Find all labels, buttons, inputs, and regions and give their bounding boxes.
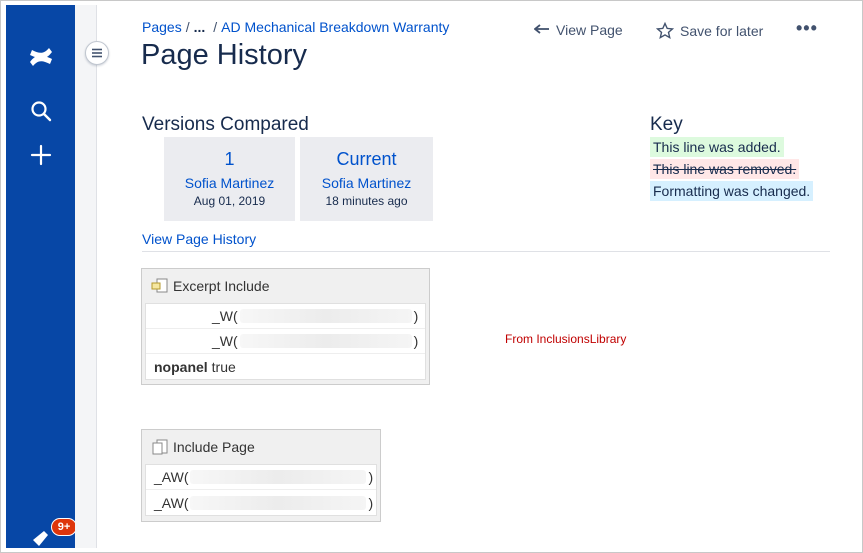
macro-row-suffix: ): [413, 308, 419, 324]
macro-header: Excerpt Include: [142, 269, 429, 303]
version-author-link[interactable]: Sofia Martinez: [164, 175, 295, 191]
macro-row: _AW(): [146, 490, 376, 515]
redacted-text: [190, 495, 367, 510]
save-for-later-button[interactable]: Save for later: [656, 22, 763, 40]
macro-row: _W(): [146, 329, 425, 354]
macro-row: _AW(): [146, 465, 376, 490]
version-number-link[interactable]: Current: [300, 149, 433, 170]
macro-title: Excerpt Include: [173, 278, 270, 294]
key-added-line: This line was added.: [650, 137, 784, 157]
macro-param-name: nopanel: [154, 358, 208, 375]
from-library-note: From InclusionsLibrary: [505, 332, 627, 346]
back-arrow-icon: [534, 24, 549, 34]
notification-badge: 9+: [51, 518, 77, 536]
macro-title: Include Page: [173, 439, 255, 455]
more-actions-button[interactable]: •••: [796, 18, 818, 39]
key-heading: Key: [650, 114, 683, 135]
macro-row-prefix: _W(: [212, 333, 238, 349]
megaphone-icon: [33, 531, 48, 546]
menu-icon: [92, 48, 102, 58]
version-number-link[interactable]: 1: [164, 149, 295, 170]
macro-row-prefix: _AW(: [154, 469, 189, 485]
breadcrumb: Pages /... / AD Mechanical Breakdown Warran…: [142, 19, 450, 35]
macro-param-row: nopanel true: [146, 354, 425, 379]
excerpt-include-icon: [151, 278, 168, 293]
page-title: Page History: [141, 39, 308, 71]
version-author-link[interactable]: Sofia Martinez: [300, 175, 433, 191]
star-icon: [656, 22, 674, 40]
version-date: Aug 01, 2019: [193, 194, 266, 208]
notifications-button[interactable]: 9+: [28, 518, 77, 548]
macro-row: _W(): [146, 304, 425, 329]
macro-row-suffix: ): [368, 469, 374, 485]
window-frame: [0, 0, 863, 553]
create-plus-icon[interactable]: [6, 137, 75, 173]
macro-row-suffix: ): [368, 494, 374, 511]
divider: [142, 251, 830, 252]
version-card-original: 1 Sofia Martinez Aug 01, 2019: [164, 137, 295, 221]
versions-compared-heading: Versions Compared: [142, 114, 309, 135]
macro-body: _W() _W() nopanel true: [145, 303, 426, 380]
redacted-text: [239, 309, 412, 323]
macro-header: Include Page: [142, 430, 380, 464]
version-date: 18 minutes ago: [325, 194, 408, 208]
include-page-icon: [152, 439, 168, 455]
macro-row-prefix: _W(: [212, 308, 238, 324]
redacted-text: [190, 470, 367, 484]
breadcrumb-pages-link[interactable]: Pages: [142, 19, 182, 35]
include-page-macro: Include Page _AW() _AW(): [141, 429, 381, 522]
excerpt-include-macro: Excerpt Include _W() _W() nopanel true: [141, 268, 430, 385]
macro-param-value: true: [211, 358, 236, 375]
breadcrumb-current-link[interactable]: AD Mechanical Breakdown Warranty: [221, 19, 449, 35]
key-removed-line: This line was removed.: [650, 159, 800, 179]
search-icon[interactable]: [6, 93, 75, 129]
global-sidebar: 9+: [6, 5, 77, 548]
view-page-button[interactable]: View Page: [534, 22, 623, 38]
key-formatting-line: Formatting was changed.: [650, 181, 814, 201]
version-card-current: Current Sofia Martinez 18 minutes ago: [300, 137, 433, 221]
save-for-later-label: Save for later: [680, 23, 764, 39]
view-page-history-link[interactable]: View Page History: [142, 231, 256, 247]
breadcrumb-ellipsis[interactable]: ...: [194, 19, 206, 35]
macro-body: _AW() _AW(): [145, 464, 377, 516]
confluence-logo-icon[interactable]: [6, 39, 75, 75]
macro-row-suffix: ): [413, 333, 419, 349]
view-page-label: View Page: [556, 22, 623, 38]
macro-row-prefix: _AW(: [154, 494, 189, 511]
sidebar-toggle-button[interactable]: [85, 41, 109, 65]
redacted-text: [239, 334, 412, 348]
secondary-sidebar: [75, 5, 97, 548]
